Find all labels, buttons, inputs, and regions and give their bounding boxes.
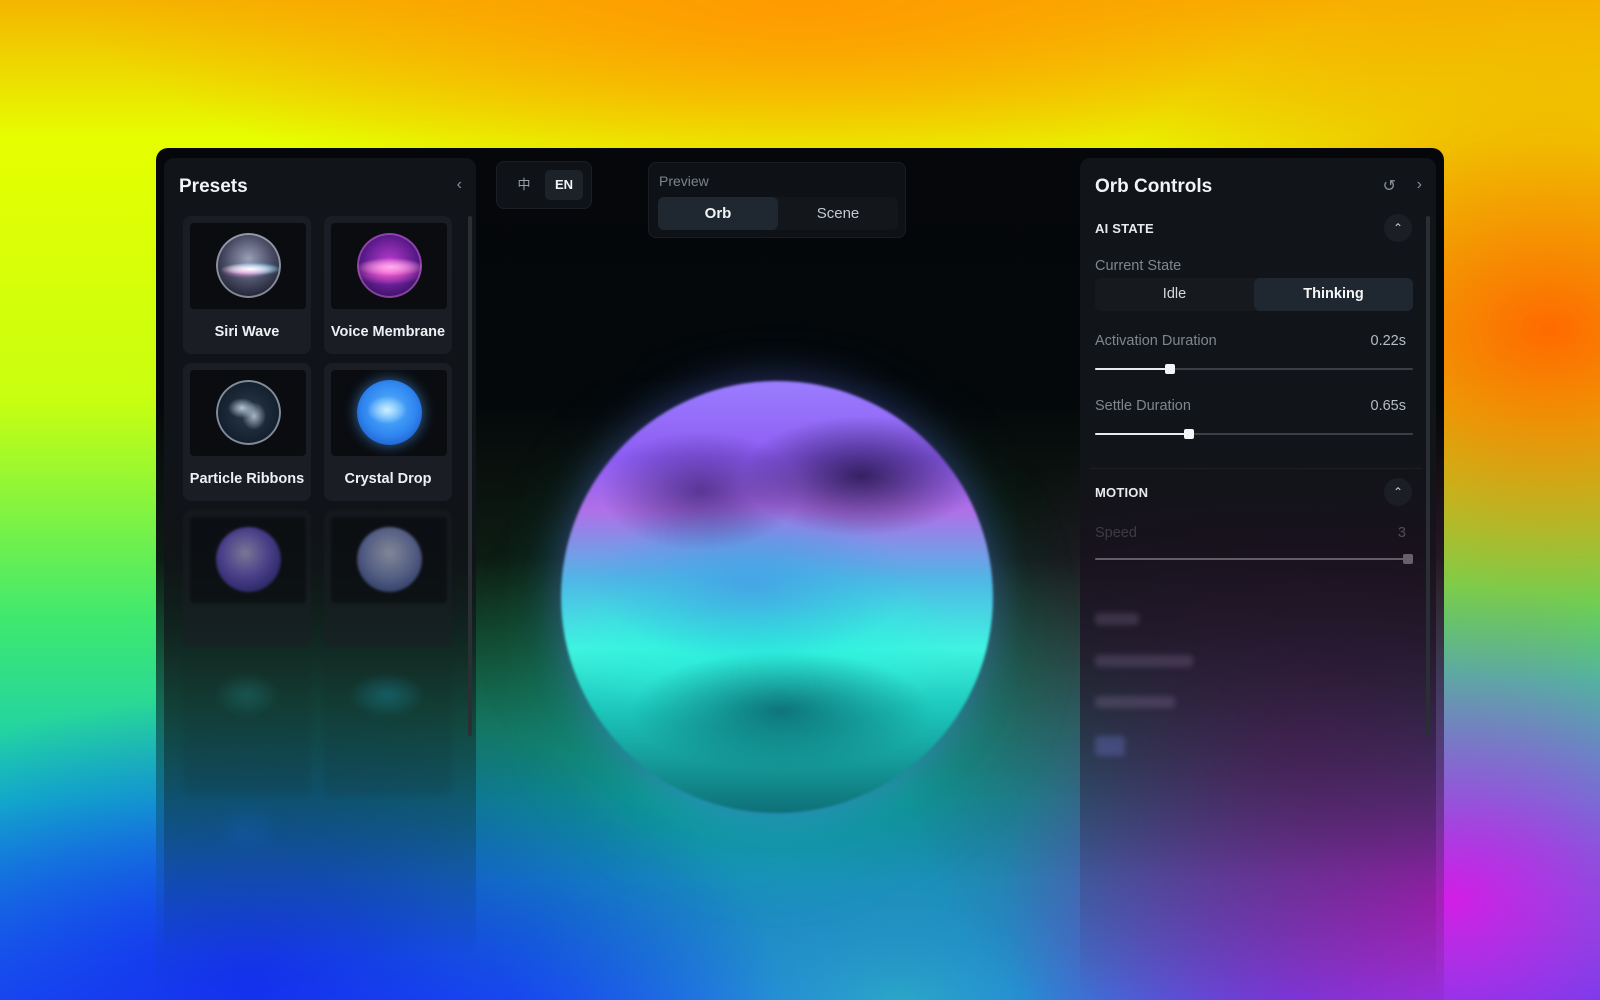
preset-card[interactable] bbox=[324, 510, 452, 648]
orb-preview-icon bbox=[216, 380, 281, 445]
reset-icon[interactable]: ↺ bbox=[1383, 176, 1396, 196]
app-window: Presets ‹ Siri Wave Voice Membrane Parti… bbox=[156, 148, 1444, 1000]
orb-preview-icon bbox=[217, 675, 277, 715]
blurred-control bbox=[1095, 736, 1125, 756]
preset-card[interactable] bbox=[183, 510, 311, 648]
preset-thumbnail bbox=[190, 223, 306, 309]
presets-scrollbar[interactable] bbox=[468, 216, 472, 736]
activation-duration-value: 0.22s bbox=[1370, 333, 1406, 349]
ai-state-section-title: AI STATE bbox=[1095, 221, 1154, 236]
preset-label: Voice Membrane bbox=[330, 324, 446, 340]
preset-thumbnail bbox=[331, 517, 447, 603]
orb-preview-icon bbox=[357, 527, 422, 592]
slider-fill bbox=[1095, 368, 1170, 370]
orb-preview-icon bbox=[216, 527, 281, 592]
preset-card-siri-wave[interactable]: Siri Wave bbox=[183, 216, 311, 354]
activation-duration-slider[interactable] bbox=[1095, 363, 1413, 375]
preset-card[interactable] bbox=[183, 788, 311, 926]
blurred-control bbox=[1095, 696, 1175, 708]
orb-controls-panel: Orb Controls ↺ › AI STATE ⌃ Current Stat… bbox=[1080, 158, 1436, 998]
orb-preview-icon bbox=[352, 675, 422, 715]
controls-title: Orb Controls bbox=[1095, 176, 1213, 197]
preset-card-crystal-drop[interactable]: Crystal Drop bbox=[324, 363, 452, 501]
orb-preview-icon bbox=[217, 806, 277, 856]
preview-segmented-control: Orb Scene bbox=[658, 197, 898, 230]
chevron-up-icon[interactable]: ⌃ bbox=[1384, 478, 1412, 506]
speed-slider[interactable] bbox=[1095, 553, 1414, 565]
controls-scrollbar[interactable] bbox=[1426, 216, 1430, 736]
slider-fill bbox=[1095, 433, 1189, 435]
preset-label: Siri Wave bbox=[214, 324, 280, 340]
chevron-up-icon[interactable]: ⌃ bbox=[1384, 214, 1412, 242]
preset-thumbnail bbox=[190, 517, 306, 603]
language-option-en[interactable]: EN bbox=[545, 170, 583, 200]
slider-fill bbox=[1095, 558, 1409, 560]
preset-thumbnail bbox=[331, 370, 447, 456]
preset-thumbnail bbox=[331, 223, 447, 309]
state-option-idle[interactable]: Idle bbox=[1095, 278, 1254, 311]
slider-handle[interactable] bbox=[1164, 364, 1175, 374]
state-segmented-control: Idle Thinking bbox=[1095, 278, 1413, 311]
orb-preview-icon bbox=[216, 233, 281, 298]
orb-preview-icon bbox=[357, 233, 422, 298]
settle-duration-slider[interactable] bbox=[1095, 428, 1413, 440]
state-option-thinking[interactable]: Thinking bbox=[1254, 278, 1413, 311]
motion-section-title: MOTION bbox=[1095, 485, 1149, 500]
current-state-label: Current State bbox=[1095, 258, 1182, 274]
slider-handle[interactable] bbox=[1403, 554, 1414, 564]
preset-card[interactable] bbox=[324, 657, 452, 795]
speed-value: 3 bbox=[1397, 525, 1406, 541]
slider-handle[interactable] bbox=[1183, 429, 1194, 439]
activation-duration-label: Activation Duration bbox=[1095, 333, 1217, 349]
presets-panel: Presets ‹ Siri Wave Voice Membrane Parti… bbox=[164, 158, 476, 998]
preset-card[interactable] bbox=[183, 657, 311, 795]
chevron-right-icon[interactable]: › bbox=[1417, 176, 1422, 194]
settle-duration-label: Settle Duration bbox=[1095, 398, 1191, 414]
preset-thumbnail bbox=[190, 370, 306, 456]
preset-label: Particle Ribbons bbox=[189, 471, 305, 487]
orb-preview-icon bbox=[357, 380, 422, 445]
orb-preview-canvas[interactable] bbox=[561, 381, 993, 813]
chevron-left-icon[interactable]: ‹ bbox=[457, 176, 462, 194]
section-divider bbox=[1090, 468, 1422, 469]
settle-duration-value: 0.65s bbox=[1370, 398, 1406, 414]
blurred-control bbox=[1095, 613, 1139, 625]
preview-toggle: Preview Orb Scene bbox=[648, 162, 906, 238]
blurred-control bbox=[1095, 655, 1193, 667]
preset-card-particle-ribbons[interactable]: Particle Ribbons bbox=[183, 363, 311, 501]
preset-label: Crystal Drop bbox=[344, 471, 432, 487]
presets-title: Presets bbox=[179, 176, 248, 197]
preview-option-scene[interactable]: Scene bbox=[778, 197, 898, 230]
preset-card-voice-membrane[interactable]: Voice Membrane bbox=[324, 216, 452, 354]
language-option-zh[interactable]: 中 bbox=[505, 170, 543, 200]
speed-label: Speed bbox=[1095, 525, 1137, 541]
preview-option-orb[interactable]: Orb bbox=[658, 197, 778, 230]
language-toggle: 中 EN bbox=[496, 161, 592, 209]
preview-label: Preview bbox=[659, 173, 709, 189]
